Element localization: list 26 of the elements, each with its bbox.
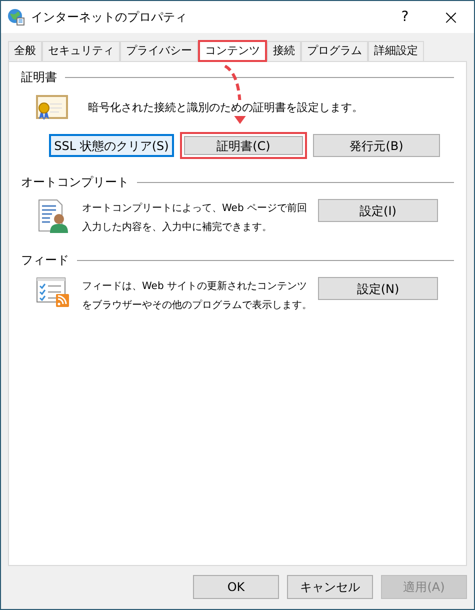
globe-icon: [7, 8, 25, 26]
feed-list-icon: [36, 277, 70, 307]
document-person-icon: [38, 199, 68, 233]
button[interactable]: 証明書(C): [180, 132, 307, 159]
button[interactable]: 設定(I): [318, 199, 438, 222]
help-button[interactable]: ?: [382, 6, 428, 28]
dialog-button[interactable]: OK: [193, 575, 279, 599]
tab[interactable]: 全般: [8, 41, 42, 61]
tab[interactable]: 詳細設定: [368, 41, 424, 61]
window-title: インターネットのプロパティ: [31, 9, 187, 26]
dialog-button[interactable]: キャンセル: [287, 575, 373, 599]
tab[interactable]: プログラム: [301, 41, 368, 61]
description: オートコンプリートによって、Web ページで前回入力した内容を、入力中に補完できます。: [82, 202, 308, 235]
section-heading: オートコンプリート: [21, 174, 129, 191]
close-button[interactable]: ×: [428, 2, 474, 32]
tab[interactable]: プライバシー: [120, 41, 198, 61]
section-heading: フィード: [21, 252, 69, 269]
certificate-icon: [36, 94, 68, 122]
button[interactable]: 発行元(B): [313, 134, 440, 157]
button[interactable]: SSL 状態のクリア(S): [49, 134, 174, 157]
tab[interactable]: 接続: [267, 41, 301, 61]
tab[interactable]: コンテンツ: [198, 40, 267, 62]
button[interactable]: 設定(N): [318, 277, 438, 300]
tab[interactable]: セキュリティ: [42, 41, 120, 61]
section-heading: 証明書: [21, 69, 57, 86]
description: フィードは、Web サイトの更新されたコンテンツをブラウザーやその他のプログラムで表示します。: [82, 280, 313, 313]
